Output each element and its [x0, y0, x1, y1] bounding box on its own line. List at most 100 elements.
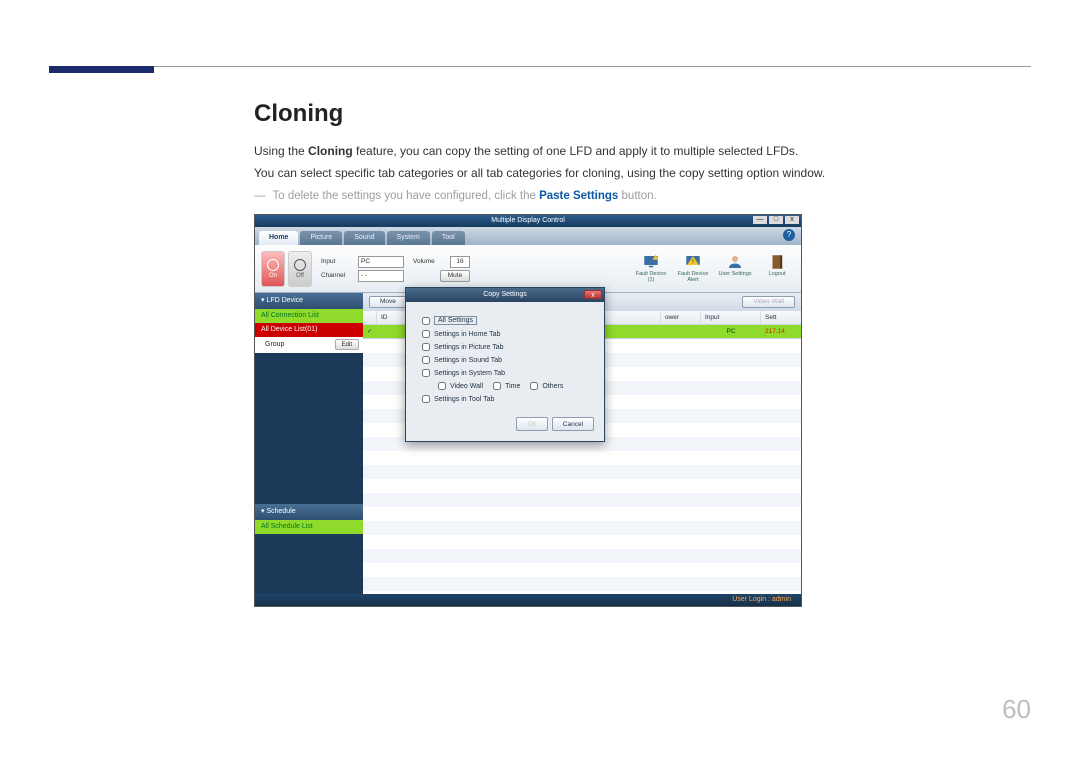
- tab-picture[interactable]: Picture: [300, 231, 342, 245]
- section-heading: Cloning: [254, 100, 1031, 128]
- dialog-buttons: OK Cancel: [406, 411, 604, 441]
- logout-label: Logout: [769, 272, 786, 278]
- opt-time-label: Time: [505, 383, 520, 390]
- sidebar-all-schedule[interactable]: All Schedule List: [255, 520, 363, 534]
- minimize-button[interactable]: —: [753, 216, 767, 224]
- checkbox[interactable]: [422, 343, 430, 351]
- opt-sound[interactable]: Settings in Sound Tab: [422, 356, 588, 364]
- checkbox[interactable]: [530, 382, 538, 390]
- help-icon[interactable]: ?: [783, 229, 795, 241]
- power-icon: [294, 259, 306, 271]
- app-tabs: Home Picture Sound System Tool ?: [255, 227, 801, 245]
- sidebar-all-connection[interactable]: All Connection List: [255, 309, 363, 323]
- opt-time[interactable]: Time: [493, 382, 520, 390]
- sidebar-spacer2: [255, 534, 363, 594]
- sidebar-group-label: Group: [265, 337, 284, 353]
- dialog-cancel-button[interactable]: Cancel: [552, 417, 594, 431]
- opt-home[interactable]: Settings in Home Tab: [422, 330, 588, 338]
- sidebar-schedule-header[interactable]: ▾ Schedule: [255, 504, 363, 520]
- th-set[interactable]: Sett: [761, 311, 801, 324]
- dialog-titlebar: Copy Settings x: [406, 288, 604, 302]
- volume-label: Volume: [413, 258, 447, 265]
- sidebar-edit-button[interactable]: Edit: [335, 339, 359, 350]
- row-power: [661, 325, 701, 338]
- power-on-label: On: [269, 273, 277, 279]
- video-wall-button[interactable]: Video Wall: [742, 296, 795, 308]
- checkbox[interactable]: [493, 382, 501, 390]
- sidebar: ▾ LFD Device All Connection List All Dev…: [255, 293, 363, 594]
- channel-select[interactable]: - -: [358, 270, 404, 282]
- user-icon: [725, 253, 745, 271]
- opt-system-label: Settings in System Tab: [434, 370, 505, 377]
- close-button[interactable]: x: [785, 216, 799, 224]
- desc1-bold: Cloning: [308, 144, 353, 158]
- row-input: PC: [701, 325, 761, 338]
- row-set: 217.14: [761, 325, 801, 338]
- sidebar-lfd-header[interactable]: ▾ LFD Device: [255, 293, 363, 309]
- dialog-ok-button[interactable]: OK: [516, 417, 547, 431]
- status-bar: User Login : admin: [255, 594, 801, 606]
- checkbox[interactable]: [422, 356, 430, 364]
- opt-picture[interactable]: Settings in Picture Tab: [422, 343, 588, 351]
- opt-picture-label: Settings in Picture Tab: [434, 344, 504, 351]
- opt-all-label: All Settings: [434, 316, 477, 325]
- user-settings-item[interactable]: User Settings: [717, 253, 753, 284]
- monitor-warning-icon: !: [683, 253, 703, 271]
- power-off-button[interactable]: Off: [288, 251, 312, 287]
- th-check[interactable]: [363, 311, 377, 324]
- th-power[interactable]: ower: [661, 311, 701, 324]
- opt-tool[interactable]: Settings in Tool Tab: [422, 395, 588, 403]
- page-content: Cloning Using the Cloning feature, you c…: [254, 100, 1031, 607]
- window-buttons: — □ x: [753, 216, 799, 224]
- checkbox[interactable]: [422, 317, 430, 325]
- opt-tool-label: Settings in Tool Tab: [434, 396, 494, 403]
- sidebar-group[interactable]: Group Edit: [255, 337, 363, 353]
- note-pre: To delete the settings you have configur…: [273, 190, 540, 202]
- row-checkbox[interactable]: ✓: [363, 325, 375, 338]
- copy-settings-dialog: Copy Settings x All Settings Settings in…: [405, 287, 605, 442]
- power-icon: [267, 259, 279, 271]
- fault-device-item[interactable]: Fault Device (1): [633, 253, 669, 284]
- move-button[interactable]: Move: [369, 296, 407, 308]
- input-group: Input PC Channel - -: [321, 256, 404, 282]
- fault-alert-item[interactable]: ! Fault Device Alert: [675, 253, 711, 284]
- checkbox[interactable]: [422, 369, 430, 377]
- tab-tool[interactable]: Tool: [432, 231, 465, 245]
- desc1-post: feature, you can copy the setting of one…: [353, 144, 799, 158]
- desc-line-1: Using the Cloning feature, you can copy …: [254, 142, 1031, 160]
- fault-alert-label: Fault Device Alert: [675, 272, 711, 284]
- opt-video-wall[interactable]: Video Wall: [438, 382, 483, 390]
- desc-line-2: You can select specific tab categories o…: [254, 164, 1031, 182]
- dialog-close-button[interactable]: x: [584, 290, 602, 299]
- opt-others[interactable]: Others: [530, 382, 563, 390]
- opt-system[interactable]: Settings in System Tab: [422, 369, 588, 377]
- mute-button[interactable]: Mute: [440, 270, 470, 282]
- tab-system[interactable]: System: [387, 231, 430, 245]
- volume-value[interactable]: 16: [450, 256, 470, 268]
- tab-home[interactable]: Home: [259, 231, 298, 245]
- opt-sound-label: Settings in Sound Tab: [434, 357, 502, 364]
- input-select[interactable]: PC: [358, 256, 404, 268]
- desc1-pre: Using the: [254, 144, 308, 158]
- checkbox[interactable]: [438, 382, 446, 390]
- tab-sound[interactable]: Sound: [344, 231, 384, 245]
- power-off-label: Off: [296, 273, 304, 279]
- checkbox[interactable]: [422, 330, 430, 338]
- input-label: Input: [321, 258, 355, 265]
- channel-label: Channel: [321, 272, 355, 279]
- status-text: User Login : admin: [732, 596, 791, 603]
- th-input[interactable]: Input: [701, 311, 761, 324]
- checkbox[interactable]: [422, 395, 430, 403]
- sidebar-spacer: [255, 353, 363, 504]
- svg-text:!: !: [692, 259, 694, 266]
- door-icon: [767, 253, 787, 271]
- sidebar-all-device[interactable]: All Device List(01): [255, 323, 363, 337]
- fault-device-label: Fault Device (1): [633, 272, 669, 284]
- opt-vw-label: Video Wall: [450, 383, 483, 390]
- logout-item[interactable]: Logout: [759, 253, 795, 284]
- note-highlight: Paste Settings: [539, 190, 618, 202]
- maximize-button[interactable]: □: [769, 216, 783, 224]
- note-post: button.: [618, 190, 656, 202]
- opt-all-settings[interactable]: All Settings: [422, 316, 588, 325]
- power-on-button[interactable]: On: [261, 251, 285, 287]
